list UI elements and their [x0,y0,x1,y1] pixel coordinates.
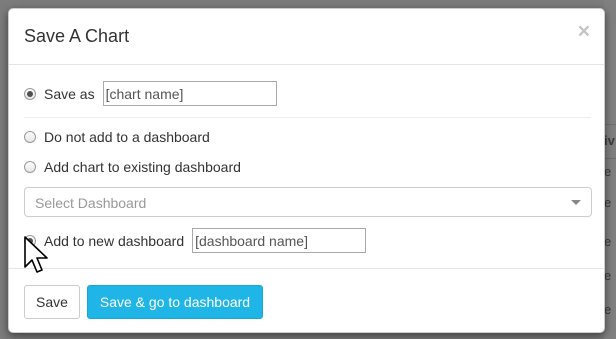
new-dashboard-option[interactable]: Add to new dashboard [24,228,367,253]
save-chart-modal: Save A Chart × Save as Do not add to a d… [8,8,605,333]
close-icon[interactable]: × [578,21,590,42]
modal-header: Save A Chart × [9,9,604,65]
background-cell: e [604,164,612,179]
no-dashboard-option[interactable]: Do not add to a dashboard [24,129,210,145]
dashboard-select[interactable]: Select Dashboard [24,187,592,217]
chevron-down-icon[interactable] [571,200,581,205]
no-dashboard-radio[interactable] [24,131,36,143]
background-divider [604,124,616,125]
section-divider [24,117,591,118]
mouse-pointer-icon [24,236,48,273]
save-as-label: Save as [44,85,95,102]
save-as-row: Save as [24,81,277,106]
background-divider [604,158,616,159]
chart-name-input[interactable] [102,81,277,106]
background-cell: e [604,302,612,317]
modal-footer: Save Save & go to dashboard [9,268,604,334]
save-and-go-button[interactable]: Save & go to dashboard [87,285,263,319]
save-as-radio[interactable] [24,87,36,100]
no-dashboard-label: Do not add to a dashboard [44,129,210,145]
new-dashboard-label: Add to new dashboard [44,232,185,249]
modal-title: Save A Chart [24,26,130,46]
existing-dashboard-radio[interactable] [24,161,36,173]
background-column-header: iv [604,133,615,148]
existing-dashboard-option[interactable]: Add chart to existing dashboard [24,159,241,175]
background-cell: e [604,234,612,249]
existing-dashboard-label: Add chart to existing dashboard [44,159,241,175]
dashboard-name-input[interactable] [192,228,367,253]
dashboard-select-placeholder: Select Dashboard [35,195,147,211]
background-cell: e [604,268,612,283]
background-cell: e [604,195,612,210]
save-button[interactable]: Save [24,285,80,319]
